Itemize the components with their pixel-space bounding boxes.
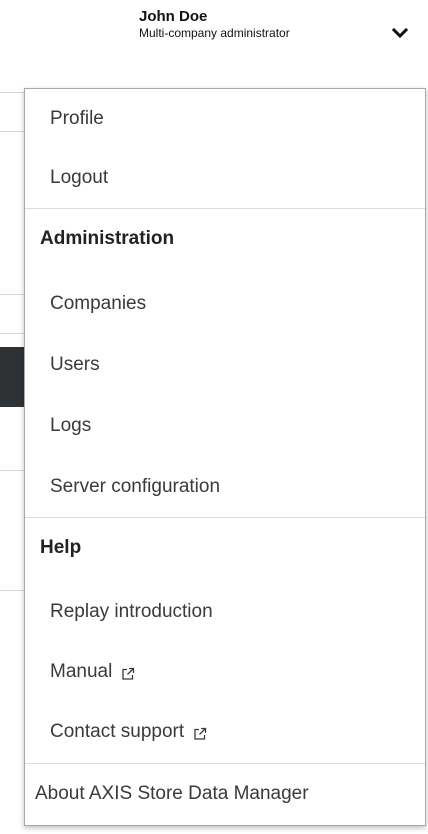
menu-item-label: Logout [50, 167, 109, 188]
menu-item-label: Replay introduction [50, 601, 213, 622]
section-heading-label: Administration [40, 228, 175, 249]
menu-item-label: Manual [50, 661, 113, 682]
user-role[interactable]: Multi-company administrator [139, 26, 290, 40]
menu-item-profile[interactable]: Profile [25, 89, 425, 149]
menu-item-manual[interactable]: Manual [25, 642, 425, 702]
background-divider [0, 590, 24, 591]
background-panel [0, 347, 24, 407]
section-heading-administration: Administration [25, 209, 425, 269]
menu-item-logout[interactable]: Logout [25, 148, 425, 208]
background-divider [0, 131, 24, 132]
menu-item-label: Server configuration [50, 476, 221, 497]
menu-item-label: Profile [50, 108, 104, 129]
page: John Doe Multi-company administrator Pro… [0, 0, 428, 834]
menu-item-about[interactable]: About AXIS Store Data Manager [25, 764, 425, 824]
background-divider [0, 333, 24, 334]
menu-item-server-configuration[interactable]: Server configuration [25, 457, 425, 517]
menu-item-logs[interactable]: Logs [25, 396, 425, 456]
menu-item-label: Users [50, 354, 100, 375]
menu-item-label: Companies [50, 293, 147, 314]
background-divider [0, 92, 24, 93]
section-heading-label: Help [40, 537, 82, 558]
menu-item-label: Logs [50, 415, 92, 436]
menu-item-label: Contact support [50, 721, 185, 742]
user-menu-header[interactable]: John Doe Multi-company administrator [0, 0, 428, 80]
user-name[interactable]: John Doe [139, 8, 207, 26]
background-divider [0, 294, 24, 295]
user-dropdown-menu: Profile Logout Administration Companies … [24, 88, 426, 826]
menu-item-contact-support[interactable]: Contact support [25, 702, 425, 762]
section-heading-help: Help [25, 518, 425, 578]
menu-item-content: Contact support [50, 721, 207, 743]
menu-item-companies[interactable]: Companies [25, 274, 425, 334]
menu-item-label: About AXIS Store Data Manager [35, 783, 309, 804]
menu-item-content: Manual [50, 661, 135, 683]
menu-item-replay-introduction[interactable]: Replay introduction [25, 582, 425, 642]
background-divider [0, 470, 24, 471]
chevron-down-icon[interactable] [391, 26, 409, 39]
external-link-icon [121, 665, 135, 680]
external-link-icon [193, 725, 207, 740]
menu-item-users[interactable]: Users [25, 335, 425, 395]
